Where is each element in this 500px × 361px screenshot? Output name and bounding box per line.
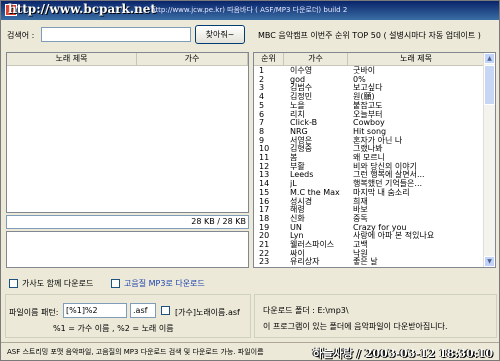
hq-mp3-checkbox[interactable] xyxy=(111,279,120,288)
title-bar: http://www.bcpark.net http://www.jcw.pe.… xyxy=(1,1,499,20)
scroll-up-icon[interactable]: ▲ xyxy=(484,53,495,64)
with-lyrics-checkbox[interactable] xyxy=(9,279,18,288)
filename-label: 파일이름 패턴: xyxy=(9,308,59,317)
search-button[interactable]: 찾아줘~ xyxy=(195,25,245,44)
filename-ext-input[interactable]: .asf xyxy=(130,303,156,318)
chart-cell-artist: 유리상자 xyxy=(290,257,320,267)
download-progress: 28 KB / 28 KB xyxy=(6,215,249,229)
with-lyrics-label[interactable]: 가사도 함께 다운로드 xyxy=(22,278,93,289)
chart-list[interactable]: 순위 가수 노래 제목 1 이수영 굿바이 2 god 0% 3 김범수 보고싶다 4 김정민 원(願… xyxy=(253,52,496,268)
chart-col-artist[interactable]: 가수 xyxy=(284,53,348,66)
date-stamp: 하늘사랑 / 2003-03-12 18:30:10 xyxy=(312,347,493,360)
filename-hint: %1 = 가수 이름 , %2 = 노래 이름 xyxy=(53,324,174,333)
filename-example: [가수]노래이름.asf xyxy=(175,308,240,317)
hq-mp3-label[interactable]: 고음질 MP3로 다운로드 xyxy=(124,278,205,289)
chart-cell-title: 좋은 날 xyxy=(353,257,378,267)
window-title: http://www.jcw.pe.kr) 따옴바다 ( ASF/MP3 다운로… xyxy=(151,6,348,14)
result-col-title[interactable]: 노래 제목 xyxy=(7,53,137,66)
result-col-artist[interactable]: 가수 xyxy=(137,53,248,66)
download-folder-note: 이 프로그램이 있는 폴더에 음악파일이 다운받아집니다. xyxy=(263,322,448,331)
chart-scrollbar[interactable]: ▲ ▼ xyxy=(483,53,495,267)
search-label: 검색어 : xyxy=(7,31,35,40)
chart-cell-rank: 23 xyxy=(259,257,270,267)
main-window: http://www.bcpark.net http://www.jcw.pe.… xyxy=(0,0,500,361)
watermark-text: http://www.bcpark.net xyxy=(8,2,156,16)
download-folder-label[interactable]: 다운로드 폴더 : E:\mp3\ xyxy=(263,305,349,316)
scroll-down-icon[interactable]: ▼ xyxy=(484,256,495,267)
result-list[interactable]: 노래 제목 가수 xyxy=(6,52,249,213)
chart-col-title[interactable]: 노래 제목 xyxy=(348,53,485,66)
search-input[interactable] xyxy=(41,27,191,42)
chart-heading: MBC 음악캠프 이번주 순위 TOP 50 ( 설병시마다 자동 업데이트 ) xyxy=(258,31,481,40)
status-bar: ASF 스트리밍 포맷 음악파일, 고음질의 MP3 다운로드 검색 및 다운로… xyxy=(1,342,499,360)
filename-pattern-input[interactable]: [%1]%2 xyxy=(63,303,127,318)
log-area[interactable] xyxy=(6,231,249,268)
status-text: ASF 스트리밍 포맷 음악파일, 고음질의 MP3 다운로드 검색 및 다운로… xyxy=(7,348,264,356)
chart-row[interactable]: 23 유리상자 좋은 날 xyxy=(254,257,485,267)
progress-text: 28 KB / 28 KB xyxy=(191,217,246,226)
filename-ext-dropdown[interactable] xyxy=(161,306,170,315)
scroll-thumb[interactable] xyxy=(484,65,495,105)
chart-col-rank[interactable]: 순위 xyxy=(254,53,284,66)
